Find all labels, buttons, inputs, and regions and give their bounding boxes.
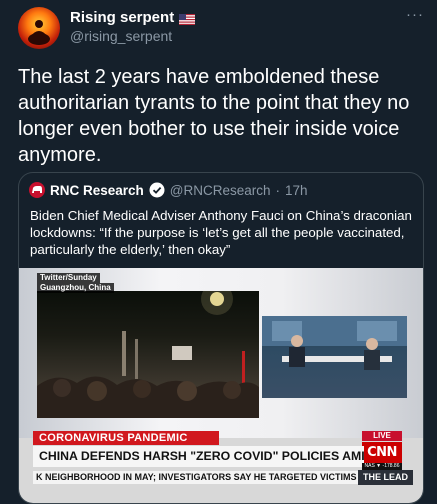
protest-footage: [37, 291, 259, 418]
cnn-logo: CNN: [362, 442, 402, 463]
quoted-author-handle[interactable]: @RNCResearch: [170, 183, 271, 198]
quoted-timestamp[interactable]: 17h: [285, 183, 308, 198]
quoted-tweet[interactable]: RNC Research @RNCResearch · 17h Biden Ch…: [18, 172, 424, 504]
us-flag-icon: [179, 12, 196, 25]
quoted-author-name[interactable]: RNC Research: [50, 183, 144, 198]
interview-footage: [262, 316, 407, 398]
rnc-logo-icon[interactable]: [29, 182, 45, 198]
market-ticker: NAS ▼ -178.86: [362, 463, 402, 470]
verified-badge-icon: [149, 182, 165, 198]
tweet-text: The last 2 years have emboldened these a…: [18, 66, 410, 166]
tweet[interactable]: Rising serpent @rising_serpent ··· The l…: [0, 0, 437, 504]
author-name[interactable]: Rising serpent: [70, 9, 174, 26]
source-label: Twitter/Sunday: [37, 273, 100, 283]
author-handle[interactable]: @rising_serpent: [70, 28, 172, 44]
avatar[interactable]: [18, 7, 60, 49]
separator-dot: ·: [275, 182, 281, 198]
location-label: Guangzhou, China: [37, 283, 114, 293]
chyron-headline: CHINA DEFENDS HARSH "ZERO COVID" POLICIE…: [33, 446, 364, 467]
news-ticker: K NEIGHBORHOOD IN MAY; INVESTIGATORS SAY…: [33, 471, 361, 484]
topic-banner: CORONAVIRUS PANDEMIC: [33, 431, 219, 445]
quoted-tweet-text: Biden Chief Medical Adviser Anthony Fauc…: [30, 208, 412, 257]
live-badge: LIVE: [362, 431, 402, 441]
video-thumbnail[interactable]: Twitter/Sunday Guangzhou, China CORONAVI…: [19, 268, 423, 503]
show-name: THE LEAD: [358, 470, 413, 485]
more-options-icon[interactable]: ···: [406, 6, 424, 23]
